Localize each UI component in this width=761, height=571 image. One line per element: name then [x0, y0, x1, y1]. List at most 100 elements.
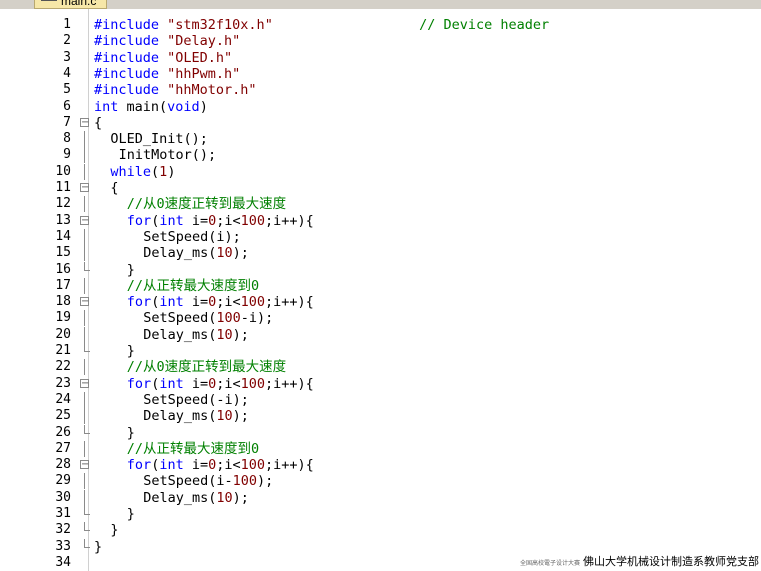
code-line[interactable]: 31} — [0, 506, 761, 522]
fold-collapse-icon[interactable]: − — [80, 378, 89, 388]
code-text: Delay_ms(10); — [143, 490, 249, 506]
fold-collapse-icon[interactable]: − — [80, 297, 89, 307]
code-line[interactable]: 9 InitMotor(); — [0, 147, 761, 164]
line-number: 2 — [63, 33, 71, 49]
line-number: 18 — [55, 294, 71, 310]
code-text: #include "stm32f10x.h" // Device header — [94, 17, 549, 33]
tab-main-c[interactable]: main.c — [34, 0, 108, 9]
fold-collapse-icon[interactable]: − — [80, 215, 89, 225]
fold-guide — [84, 147, 85, 164]
code-line[interactable]: 28− for(int i=0;i<100;i++){ — [0, 457, 761, 473]
code-token: i= — [183, 294, 209, 311]
code-line[interactable]: 18− for(int i=0;i<100;i++){ — [0, 294, 761, 310]
code-line[interactable]: 29 SetSpeed(i-100); — [0, 473, 761, 490]
fold-guide — [84, 326, 85, 343]
code-token: ;i< — [216, 294, 241, 311]
code-line[interactable]: 11− { — [0, 180, 761, 196]
code-text: Delay_ms(10); — [143, 408, 249, 424]
code-token: } — [126, 506, 135, 522]
code-line[interactable]: 6 int main(void) — [0, 99, 761, 115]
code-line[interactable]: 32} — [0, 522, 761, 538]
code-token: Delay_ms( — [143, 408, 217, 425]
code-token: ( — [151, 163, 160, 180]
code-token: ); — [256, 473, 274, 490]
code-token: ); — [232, 245, 249, 262]
code-number: 10 — [216, 408, 233, 425]
code-line[interactable]: 12 //从0速度正转到最大速度 — [0, 196, 761, 213]
line-number: 23 — [55, 375, 71, 391]
code-line[interactable]: 8 OLED_Init(); — [0, 131, 761, 148]
code-text: } — [127, 506, 135, 522]
code-line[interactable]: 17 //从正转最大速度到0 — [0, 277, 761, 294]
code-text: #include "hhMotor.h" — [94, 82, 257, 98]
code-keyword: for — [126, 375, 152, 392]
code-editor[interactable]: 1 #include "stm32f10x.h" // Device header… — [0, 9, 761, 571]
fold-end-marker — [84, 514, 90, 515]
code-keyword: #include — [94, 65, 168, 82]
code-line[interactable]: 13− for(int i=0;i<100;i++){ — [0, 213, 761, 229]
code-comment: //从0速度正转到最大速度 — [126, 359, 287, 376]
code-text: { — [94, 115, 102, 131]
code-line[interactable]: 16} — [0, 261, 761, 278]
code-keyword: int — [159, 212, 184, 229]
code-token: } — [94, 538, 103, 555]
code-token: ); — [232, 489, 249, 506]
fold-guide — [84, 245, 85, 262]
code-token: i= — [183, 375, 209, 392]
code-token: InitMotor(); — [118, 147, 217, 164]
code-line[interactable]: 4 #include "hhPwm.h" — [0, 66, 761, 82]
code-text: while(1) — [110, 164, 175, 180]
code-line[interactable]: 27 //从正转最大速度到0 — [0, 440, 761, 457]
fold-guide — [84, 163, 85, 180]
code-keyword: #include — [94, 49, 168, 66]
fold-end-marker — [84, 432, 90, 434]
code-line[interactable]: 5 #include "hhMotor.h" — [0, 82, 761, 98]
code-line[interactable]: 20 Delay_ms(10); — [0, 326, 761, 343]
code-text: SetSpeed(100-i); — [143, 310, 273, 326]
code-line[interactable]: 25 Delay_ms(10); — [0, 408, 761, 425]
code-line[interactable]: 3 #include "OLED.h" — [0, 50, 761, 66]
code-token: ;i++){ — [265, 294, 314, 311]
code-line[interactable]: 14 SetSpeed(i); — [0, 228, 761, 245]
line-number: 29 — [55, 473, 71, 489]
code-keyword: #include — [94, 33, 168, 50]
line-number: 14 — [55, 228, 71, 244]
code-line[interactable]: 7−{ — [0, 115, 761, 131]
code-line[interactable]: 21} — [0, 343, 761, 359]
line-number: 28 — [55, 457, 71, 473]
code-line[interactable]: 22 //从0速度正转到最大速度 — [0, 359, 761, 376]
code-text: //从正转最大速度到0 — [127, 278, 259, 294]
code-text: for(int i=0;i<100;i++){ — [127, 376, 314, 392]
code-line[interactable]: 19 SetSpeed(100-i); — [0, 310, 761, 327]
line-number: 11 — [55, 180, 71, 195]
code-token: SetSpeed(-i); — [143, 391, 249, 408]
line-number: 1 — [63, 17, 71, 32]
code-token: } — [126, 261, 135, 278]
code-number: 10 — [216, 245, 233, 262]
code-line[interactable]: 30 Delay_ms(10); — [0, 489, 761, 506]
code-number: 100 — [240, 294, 266, 311]
fold-collapse-icon[interactable]: − — [80, 460, 89, 470]
tab-bar: main.c — [0, 0, 761, 9]
code-keyword: void — [167, 98, 200, 115]
fold-collapse-icon[interactable]: − — [80, 183, 89, 193]
code-text: //从0速度正转到最大速度 — [127, 359, 286, 375]
code-token: ;i< — [216, 375, 241, 392]
code-token: OLED_Init(); — [110, 131, 208, 148]
code-line[interactable]: 2 #include "Delay.h" — [0, 33, 761, 49]
fold-collapse-icon[interactable]: − — [80, 117, 89, 127]
code-line[interactable]: 10 while(1) — [0, 163, 761, 180]
fold-guide — [84, 408, 85, 425]
code-keyword: int — [159, 457, 184, 474]
code-line[interactable]: 23− for(int i=0;i<100;i++){ — [0, 376, 761, 392]
code-keyword: while — [110, 163, 152, 180]
code-line[interactable]: 24 SetSpeed(-i); — [0, 391, 761, 408]
code-text: SetSpeed(i); — [143, 229, 241, 245]
code-line[interactable]: 1 #include "stm32f10x.h" // Device header — [0, 17, 761, 33]
code-string: "hhPwm.h" — [167, 65, 241, 82]
code-line[interactable]: 15 Delay_ms(10); — [0, 245, 761, 262]
code-line[interactable]: 26} — [0, 424, 761, 441]
code-token: ;i< — [216, 212, 241, 229]
code-comment: //从正转最大速度到0 — [126, 277, 260, 294]
fold-guide — [84, 359, 85, 376]
